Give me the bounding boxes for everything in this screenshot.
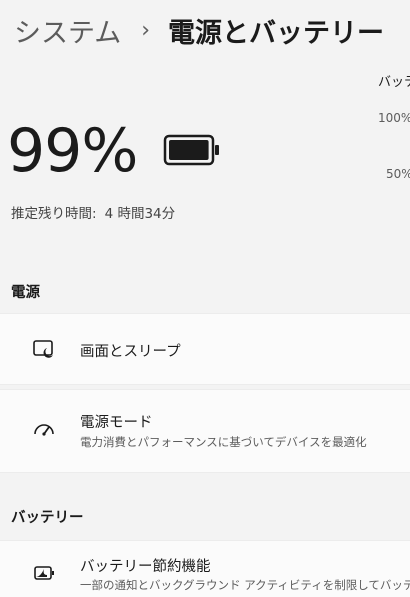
- section-power-heading: 電源: [11, 285, 40, 301]
- power-mode-subtitle: 電力消費とパフォーマンスに基づいてデバイスを最適化: [80, 435, 367, 449]
- power-mode-item[interactable]: 電源モード 電力消費とパフォーマンスに基づいてデバイスを最適化: [0, 389, 410, 473]
- remaining-time: 推定残り時間: 4 時間34分: [11, 202, 175, 222]
- battery-saver-icon: [34, 566, 54, 580]
- battery-percentage: 99%: [7, 116, 138, 186]
- display-sleep-icon: [33, 340, 53, 358]
- screen-sleep-title: 画面とスリープ: [80, 344, 181, 360]
- breadcrumb-separator: ›: [141, 17, 151, 43]
- section-battery-heading: バッテリー: [11, 510, 84, 526]
- usage-chart-tick-50: 50%: [386, 167, 410, 181]
- power-mode-title: 電源モード: [80, 415, 153, 431]
- page-title: 電源とバッテリー: [168, 17, 385, 49]
- speedometer-icon: [34, 424, 54, 436]
- breadcrumb-system-link[interactable]: システム: [14, 11, 121, 50]
- breadcrumb: システム › 電源とバッテリー: [14, 8, 410, 52]
- usage-chart-label: バッテ: [378, 75, 410, 90]
- screen-sleep-item[interactable]: 画面とスリープ: [0, 313, 410, 385]
- remaining-time-value: 4 時間34分: [104, 206, 176, 222]
- usage-chart-tick-100: 100%: [378, 111, 410, 125]
- battery-saver-item[interactable]: バッテリー節約機能 一部の通知とバックグラウンド アクティビティを制限してバッテ…: [0, 540, 410, 597]
- battery-saver-title: バッテリー節約機能: [80, 559, 211, 575]
- battery-level-icon: [163, 134, 219, 166]
- remaining-time-label: 推定残り時間:: [11, 206, 97, 222]
- battery-saver-subtitle: 一部の通知とバックグラウンド アクティビティを制限してバッテリ: [80, 578, 410, 592]
